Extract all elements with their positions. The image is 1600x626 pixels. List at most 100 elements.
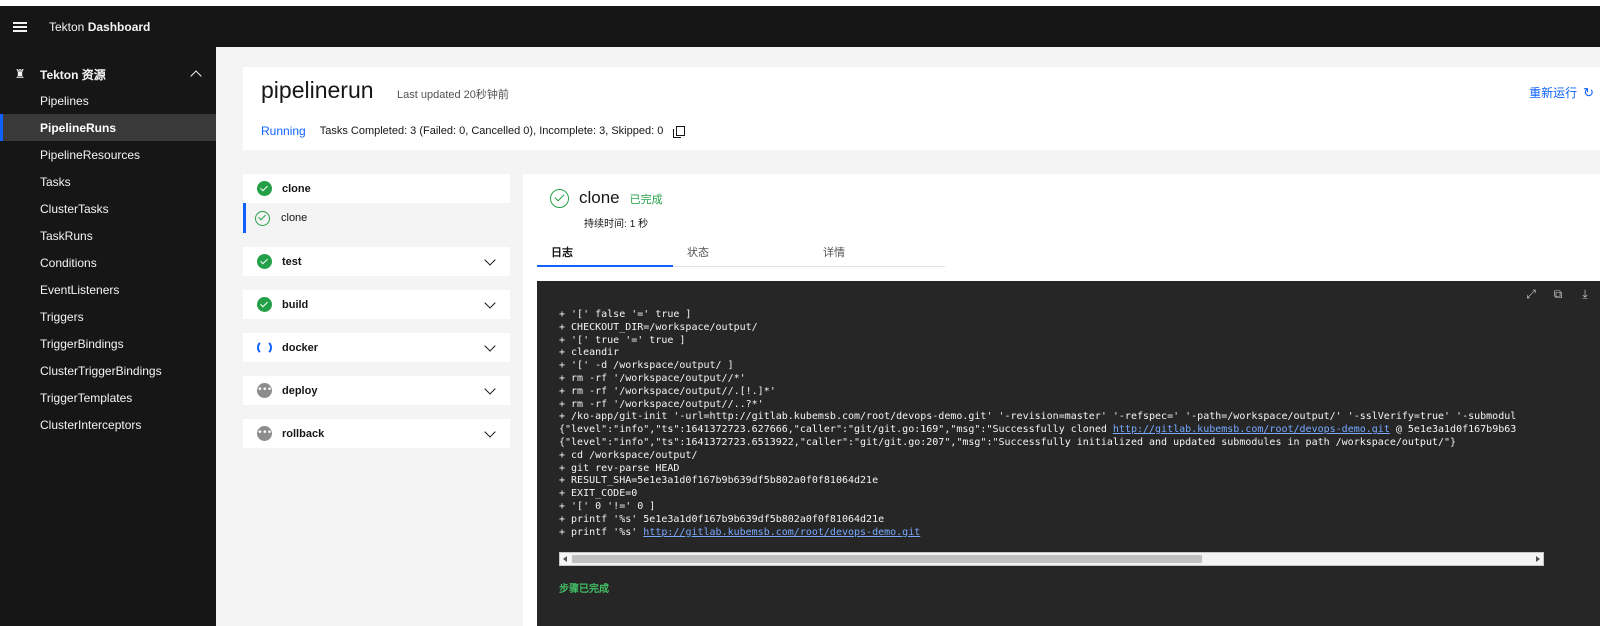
run-status: Running bbox=[261, 124, 306, 138]
sidebar-item-triggertemplates[interactable]: TriggerTemplates bbox=[0, 384, 216, 411]
step-clone[interactable]: clone bbox=[243, 203, 510, 233]
log-line: {"level":"info","ts":1641372723.6513922,… bbox=[559, 437, 1600, 450]
log-text: + CHECKOUT_DIR=/workspace/output/ bbox=[559, 321, 758, 333]
log-line: + rm -rf '/workspace/output//*' bbox=[559, 373, 1600, 386]
check-circle-filled-icon bbox=[257, 181, 272, 196]
sidebar-item-pipelineresources[interactable]: PipelineResources bbox=[0, 141, 216, 168]
open-external-icon[interactable]: ⧉ bbox=[1551, 287, 1565, 301]
app-brand[interactable]: Tekton Dashboard bbox=[49, 20, 150, 34]
log-text: + rm -rf '/workspace/output//..?*' bbox=[559, 398, 764, 410]
log-line: + git rev-parse HEAD bbox=[559, 463, 1600, 476]
check-circle-filled-icon bbox=[257, 297, 272, 312]
maximize-icon[interactable]: ⤢ bbox=[1524, 287, 1538, 301]
tab-logs[interactable]: 日志 bbox=[537, 238, 673, 267]
sidebar-item-triggerbindings[interactable]: TriggerBindings bbox=[0, 330, 216, 357]
task-header-clone[interactable]: clone bbox=[243, 174, 510, 203]
step-title-row: clone 已完成 bbox=[550, 188, 663, 208]
sidebar-item-clustertriggerbindings[interactable]: ClusterTriggerBindings bbox=[0, 357, 216, 384]
task-build[interactable]: build bbox=[243, 290, 510, 319]
log-text: + '[' false '=' true ] bbox=[559, 309, 692, 320]
tasks-summary: Tasks Completed: 3 (Failed: 0, Cancelled… bbox=[319, 125, 664, 137]
log-line: + '[' true '=' true ] bbox=[559, 335, 1600, 348]
run-status-line: Running Tasks Completed: 3 (Failed: 0, C… bbox=[261, 124, 686, 138]
scroll-right-icon[interactable] bbox=[1536, 556, 1540, 562]
log-line: + RESULT_SHA=5e1e3a1d0f167b9b639df5b802a… bbox=[559, 475, 1600, 488]
page-title: pipelinerun bbox=[261, 77, 374, 103]
sidebar-item-conditions[interactable]: Conditions bbox=[0, 249, 216, 276]
log-line: + '[' 0 '!=' 0 ] bbox=[559, 501, 1600, 514]
running-icon bbox=[257, 340, 272, 355]
task-deploy[interactable]: ••• deploy bbox=[243, 376, 510, 405]
log-line: + cd /workspace/output/ bbox=[559, 450, 1600, 463]
task-list: clone clone test build docker ••• deploy ••• rol… bbox=[243, 174, 510, 462]
task-test[interactable]: test bbox=[243, 247, 510, 276]
log-text: + printf '%s' 5e1e3a1d0f167b9b639df5b802… bbox=[559, 513, 885, 525]
log-link[interactable]: http://gitlab.kubemsb.com/root/devops-de… bbox=[643, 527, 920, 538]
log-text: @ 5e1e3a1d0f167b9b63 bbox=[1389, 424, 1517, 436]
log-toolbar: ⤢ ⧉ ⤓ bbox=[1524, 287, 1592, 301]
duration-value: 1 秒 bbox=[629, 219, 649, 230]
sidebar-items: Pipelines PipelineRuns PipelineResources Ta… bbox=[0, 87, 216, 438]
log-text: + EXIT_CODE=0 bbox=[559, 488, 638, 500]
check-circle-filled-icon bbox=[257, 254, 272, 269]
log-text: + /ko-app/git-init '-url=http://gitlab.k… bbox=[559, 411, 1517, 423]
scroll-left-icon[interactable] bbox=[563, 556, 567, 562]
sidebar-item-triggers[interactable]: Triggers bbox=[0, 303, 216, 330]
scrollbar-thumb[interactable] bbox=[572, 555, 1202, 563]
brand-prefix: Tekton bbox=[49, 19, 85, 34]
log-line: + rm -rf '/workspace/output//.[!.]*' bbox=[559, 386, 1600, 399]
step-label: clone bbox=[281, 212, 308, 224]
sidebar-item-eventlisteners[interactable]: EventListeners bbox=[0, 276, 216, 303]
tab-status[interactable]: 状态 bbox=[673, 238, 809, 267]
log-text: {"level":"info","ts":1641372723.627666,"… bbox=[559, 424, 1113, 436]
log-line: + CHECKOUT_DIR=/workspace/output/ bbox=[559, 322, 1600, 335]
log-text: {"level":"info","ts":1641372723.6513922,… bbox=[559, 436, 1457, 448]
log-line: + printf '%s' 5e1e3a1d0f167b9b639df5b802… bbox=[559, 514, 1600, 527]
copy-icon[interactable] bbox=[673, 125, 686, 138]
sidebar-item-pipelines[interactable]: Pipelines bbox=[0, 87, 216, 114]
task-clone: clone clone bbox=[243, 174, 510, 233]
chevron-up-icon bbox=[190, 70, 202, 82]
rerun-button[interactable]: 重新运行 ↻ bbox=[1529, 84, 1594, 101]
brand-bold: Dashboard bbox=[87, 19, 151, 34]
pending-icon: ••• bbox=[257, 383, 272, 398]
sidebar-item-taskruns[interactable]: TaskRuns bbox=[0, 222, 216, 249]
step-duration: 持续时间: 1 秒 bbox=[581, 215, 648, 230]
log-text: + cd /workspace/output/ bbox=[559, 449, 698, 461]
log-line: + '[' -d /workspace/output/ ] bbox=[559, 360, 1600, 373]
step-status: 已完成 bbox=[629, 194, 663, 206]
chevron-down-icon bbox=[484, 339, 496, 352]
log-line: + rm -rf '/workspace/output//..?*' bbox=[559, 399, 1600, 412]
download-icon[interactable]: ⤓ bbox=[1578, 287, 1592, 301]
sidebar-group-label: Tekton 资源 bbox=[40, 67, 106, 82]
step-name: clone bbox=[579, 188, 620, 207]
log-line: + /ko-app/git-init '-url=http://gitlab.k… bbox=[559, 411, 1600, 424]
sidebar-item-pipelineruns[interactable]: PipelineRuns bbox=[0, 114, 216, 141]
last-updated: Last updated 20秒钟前 bbox=[397, 89, 509, 101]
rerun-label: 重新运行 bbox=[1529, 86, 1578, 100]
tab-details[interactable]: 详情 bbox=[809, 238, 945, 267]
chevron-down-icon bbox=[484, 382, 496, 395]
sidebar-item-tasks[interactable]: Tasks bbox=[0, 168, 216, 195]
duration-label: 持续时间: bbox=[584, 219, 627, 230]
task-rollback[interactable]: ••• rollback bbox=[243, 419, 510, 448]
task-docker[interactable]: docker bbox=[243, 333, 510, 362]
step-details-panel: clone 已完成 持续时间: 1 秒 日志 状态 详情 ⤢ ⧉ ⤓ + '[' fa… bbox=[523, 174, 1600, 626]
log-link[interactable]: http://gitlab.kubemsb.com/root/devops-de… bbox=[1113, 424, 1390, 435]
chevron-down-icon bbox=[484, 425, 496, 438]
main-content: pipelinerun Last updated 20秒钟前 重新运行 ↻ Ru… bbox=[216, 47, 1600, 626]
pending-icon: ••• bbox=[257, 426, 272, 441]
hamburger-menu-button[interactable] bbox=[0, 6, 40, 47]
sidebar-item-clusterinterceptors[interactable]: ClusterInterceptors bbox=[0, 411, 216, 438]
log-line: + printf '%s' http://gitlab.kubemsb.com/… bbox=[559, 527, 1600, 540]
log-line: + cleandir bbox=[559, 347, 1600, 360]
log-line: {"level":"info","ts":1641372723.627666,"… bbox=[559, 424, 1600, 437]
chevron-down-icon bbox=[484, 253, 496, 266]
task-label: docker bbox=[282, 341, 319, 354]
log-horizontal-scrollbar[interactable] bbox=[559, 552, 1544, 566]
log-text: + '[' true '=' true ] bbox=[559, 334, 686, 346]
task-label: build bbox=[282, 298, 309, 311]
sidebar-item-clustertasks[interactable]: ClusterTasks bbox=[0, 195, 216, 222]
task-label: test bbox=[282, 255, 302, 268]
log-lines: + '[' false '=' true ] + CHECKOUT_DIR=/wo… bbox=[559, 309, 1600, 539]
